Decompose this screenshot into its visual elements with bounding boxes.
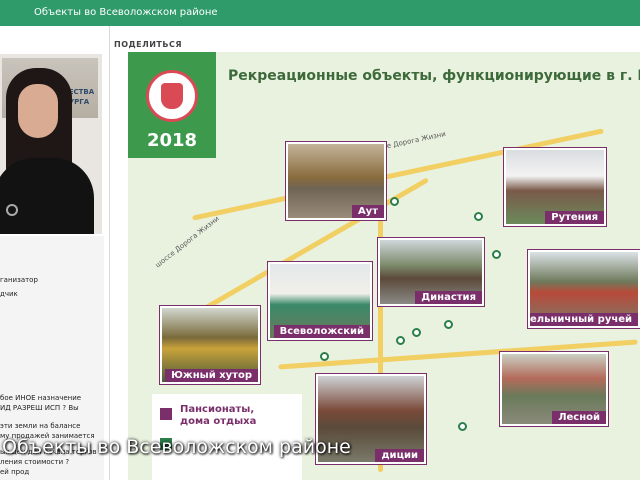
road-label: шоссе Дорога Жизни [153, 214, 221, 270]
photo-yuzhny-khutor: Южный хутор [160, 306, 260, 384]
window-title: Объекты во Всеволожском районе [34, 7, 218, 18]
fund-logo: 2018 [128, 52, 216, 158]
photo-dinastia: Династия [378, 238, 484, 306]
photo-caption: Лесной [552, 411, 606, 424]
top-bar: Объекты во Всеволожском районе [0, 0, 640, 26]
brooch-icon [6, 204, 18, 216]
legend-swatch [160, 408, 172, 420]
photo-caption: Всеволожский [273, 325, 370, 338]
photo-caption: Аут [351, 205, 384, 218]
photo-rutenia: Рутения [504, 148, 606, 226]
chat-message: ИД РАЗРЕШ ИСП ? Вы [0, 404, 79, 412]
map-pin-icon [320, 352, 329, 361]
photo-vsevolozhsky: Всеволожский [268, 262, 372, 340]
share-label[interactable]: ПОДЕЛИТЬСЯ [114, 40, 182, 49]
map-pin-icon [492, 250, 501, 259]
chat-message: эти земли на балансе [0, 422, 81, 430]
photo-caption: Династия [415, 291, 482, 304]
chat-message: ей прод [0, 468, 30, 476]
slide-title: Рекреационные объекты, функционирующие в… [228, 68, 640, 84]
emblem-shield-icon [161, 83, 183, 109]
photo-caption: диции [375, 449, 424, 462]
photo-caption: Рутения [545, 211, 604, 224]
map-pin-icon [444, 320, 453, 329]
map-pin-icon [474, 212, 483, 221]
fund-emblem-icon [146, 70, 198, 122]
legend-text: дома отдыха [180, 416, 257, 427]
map-pin-icon [390, 197, 399, 206]
map-pin-icon [458, 422, 467, 431]
presenter-video[interactable]: ФОНД ИМУЩЕСТВА НКТ-ПЕТЕРБУРГА [0, 54, 102, 234]
photo-caption: Мельничный ручей [530, 313, 638, 326]
map-pin-icon [412, 328, 421, 337]
logo-year: 2018 [146, 130, 198, 151]
chat-message: дчик [0, 290, 18, 298]
photo-aut: Аут [286, 142, 386, 220]
caption-subtitle: Объекты во Всеволожском районе [2, 436, 351, 458]
photo-melnichny-ruchei: Мельничный ручей [528, 250, 640, 328]
legend-text: Пансионаты, [180, 404, 255, 415]
photo-lesnoy: Лесной [500, 352, 608, 426]
map-pin-icon [396, 336, 405, 345]
chat-message: ганизатор [0, 276, 38, 284]
left-panel: ФОНД ИМУЩЕСТВА НКТ-ПЕТЕРБУРГА ганизатор … [0, 26, 110, 480]
chat-message: бое ИНОЕ назначение [0, 394, 82, 402]
presenter-face [18, 84, 58, 138]
shared-slide: шоссе Дорога Жизни шоссе Дорога Жизни 20… [128, 52, 640, 480]
photo-caption: Южный хутор [165, 369, 258, 382]
chat-message: ления стоимости ? [0, 458, 70, 466]
presenter-body [0, 158, 94, 234]
